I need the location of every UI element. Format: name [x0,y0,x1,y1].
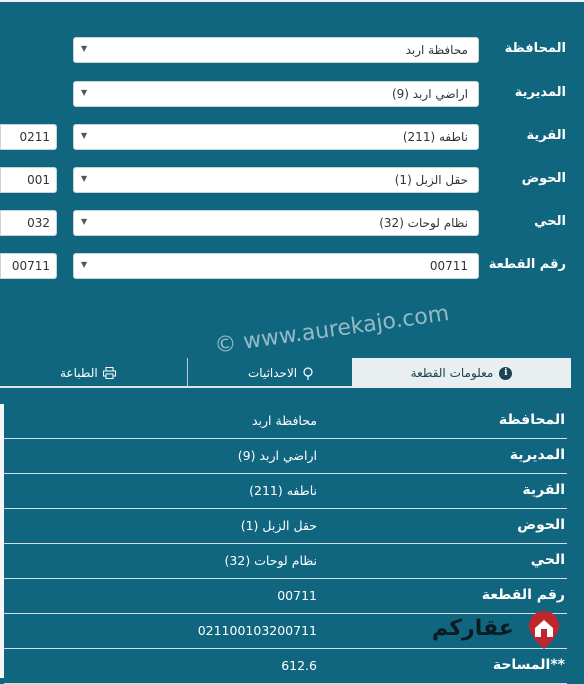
detail-key: رقم القطعة [481,587,565,603]
detail-value: ناطفه (211) [249,483,317,498]
chevron-down-icon: ▼ [81,217,88,226]
detail-key: الحوض [517,517,565,533]
table-row: القرية ناطفه (211) [4,474,567,509]
detail-value: 021100103200711 [197,623,317,638]
table-row: المحافظة محافظة اربد [4,404,567,439]
chevron-down-icon: ▼ [81,260,88,269]
parcel-select[interactable]: 00711 ▼ [73,253,479,279]
district-label: الحي [534,214,566,229]
detail-value: حقل الزبل (1) [240,518,317,533]
detail-key: المديرية [509,447,565,463]
parcel-value: 00711 [429,259,468,273]
tab-underline [0,386,352,388]
tab-bar: الطباعة الاحداثيات i معلومات القطعة [0,358,584,388]
parcel-label: رقم القطعة [488,257,566,272]
basin-select[interactable]: حقل الزبل (1) ▼ [73,167,479,193]
basin-row: 001 الحوض حقل الزبل (1) ▼ [0,167,584,197]
detail-key: القرية [522,482,565,498]
tab-parcel-info[interactable]: i معلومات القطعة [352,358,571,388]
tab-divider [187,358,188,388]
village-row: 0211 القرية ناطفه (211) ▼ [0,124,584,154]
table-row: الحوض حقل الزبل (1) [4,509,567,544]
directorate-select[interactable]: اراضي اربد (9) ▼ [73,81,479,107]
district-select[interactable]: نظام لوحات (32) ▼ [73,210,479,236]
chevron-down-icon: ▼ [81,88,88,97]
detail-value: اراضي اربد (9) [237,448,317,463]
village-code-input[interactable]: 0211 [0,124,57,150]
detail-key: المحافظة [498,412,565,428]
basin-label: الحوض [521,171,566,186]
detail-value: 612.6 [281,658,317,673]
chevron-down-icon: ▼ [81,174,88,183]
table-row: **المساحة 612.6 [4,649,567,684]
location-icon [303,366,313,380]
district-row: 032 الحي نظام لوحات (32) ▼ [0,210,584,240]
tab-coordinates-label: الاحداثيات [248,366,298,380]
top-border [0,0,584,2]
info-icon: i [499,366,513,380]
table-row: المديرية اراضي اربد (9) [4,439,567,474]
tab-print-label: الطباعة [60,366,98,380]
village-select[interactable]: ناطفه (211) ▼ [73,124,479,150]
house-logo-icon [529,611,559,649]
detail-key: **المساحة [492,657,565,673]
village-label: القرية [526,128,566,143]
chevron-down-icon: ▼ [81,131,88,140]
table-row: رقم القطعة 00711 [4,579,567,614]
basin-code-input[interactable]: 001 [0,167,57,193]
tab-parcel-info-label: معلومات القطعة [410,366,494,380]
governorate-value: محافظة اربد [405,43,468,57]
tab-coordinates[interactable]: الاحداثيات [248,358,314,388]
brand-watermark: عقاركم [432,610,562,650]
governorate-row: المحافظة محافظة اربد ▼ [0,37,584,67]
governorate-select[interactable]: محافظة اربد ▼ [73,37,479,63]
detail-value: 00711 [277,588,317,603]
parcel-code-input[interactable]: 00711 [0,253,57,279]
watermark: © www.aurekajo.com [213,301,451,359]
directorate-row: المديرية اراضي اربد (9) ▼ [0,81,584,111]
directorate-label: المديرية [514,85,566,100]
parcel-row: 00711 رقم القطعة 00711 ▼ [0,253,584,283]
basin-value: حقل الزبل (1) [394,173,468,187]
table-row: الحي نظام لوحات (32) [4,544,567,579]
detail-key: الحي [530,552,565,568]
directorate-value: اراضي اربد (9) [391,87,468,101]
governorate-label: المحافظة [504,41,566,56]
chevron-down-icon: ▼ [81,44,88,53]
village-value: ناطفه (211) [402,130,468,144]
detail-value: محافظة اربد [251,413,317,428]
detail-value: نظام لوحات (32) [224,553,317,568]
tab-print[interactable]: الطباعة [60,358,116,388]
district-value: نظام لوحات (32) [379,216,468,230]
district-code-input[interactable]: 032 [0,210,57,236]
printer-icon [102,367,116,379]
brand-name: عقاركم [432,616,514,641]
